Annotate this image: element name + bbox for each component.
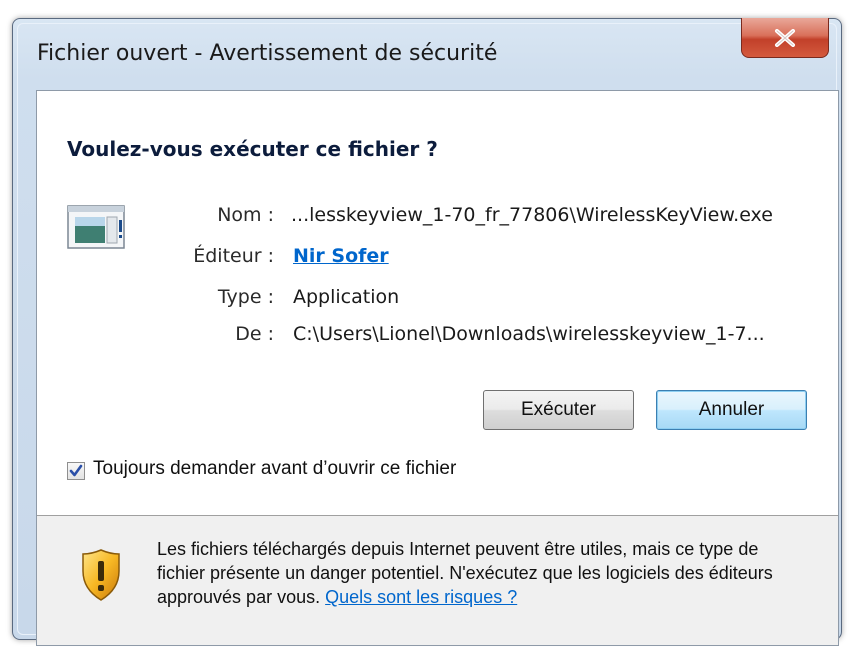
application-icon — [67, 205, 125, 249]
cancel-button[interactable]: Annuler — [656, 390, 807, 430]
name-value: ...lesskeyview_1-70_fr_77806\WirelessKey… — [291, 204, 773, 226]
type-label: Type : — [217, 286, 274, 308]
dialog-client-area: Voulez-vous exécuter ce fichier ? Nom : … — [36, 90, 839, 646]
dialog-heading: Voulez-vous exécuter ce fichier ? — [67, 137, 438, 161]
warning-footer: Les fichiers téléchargés depuis Internet… — [37, 516, 838, 645]
close-button[interactable] — [741, 18, 829, 58]
always-ask-checkbox[interactable] — [67, 462, 85, 480]
risks-link[interactable]: Quels sont les risques ? — [325, 587, 517, 607]
always-ask-label[interactable]: Toujours demander avant d’ouvrir ce fich… — [93, 458, 456, 480]
from-label: De : — [235, 323, 274, 345]
type-value: Application — [293, 286, 400, 308]
warning-message: Les fichiers téléchargés depuis Internet… — [157, 537, 807, 609]
publisher-link[interactable]: Nir Sofer — [293, 245, 389, 267]
security-shield-icon — [82, 549, 120, 601]
security-warning-window: Fichier ouvert - Avertissement de sécuri… — [12, 18, 842, 646]
checkmark-icon — [69, 464, 83, 477]
close-icon — [775, 28, 795, 47]
name-label: Nom : — [217, 204, 274, 226]
window-title: Fichier ouvert - Avertissement de sécuri… — [37, 41, 498, 66]
from-value: C:\Users\Lionel\Downloads\wirelesskeyvie… — [293, 323, 765, 345]
publisher-label: Éditeur : — [193, 245, 274, 267]
run-button[interactable]: Exécuter — [483, 390, 634, 430]
